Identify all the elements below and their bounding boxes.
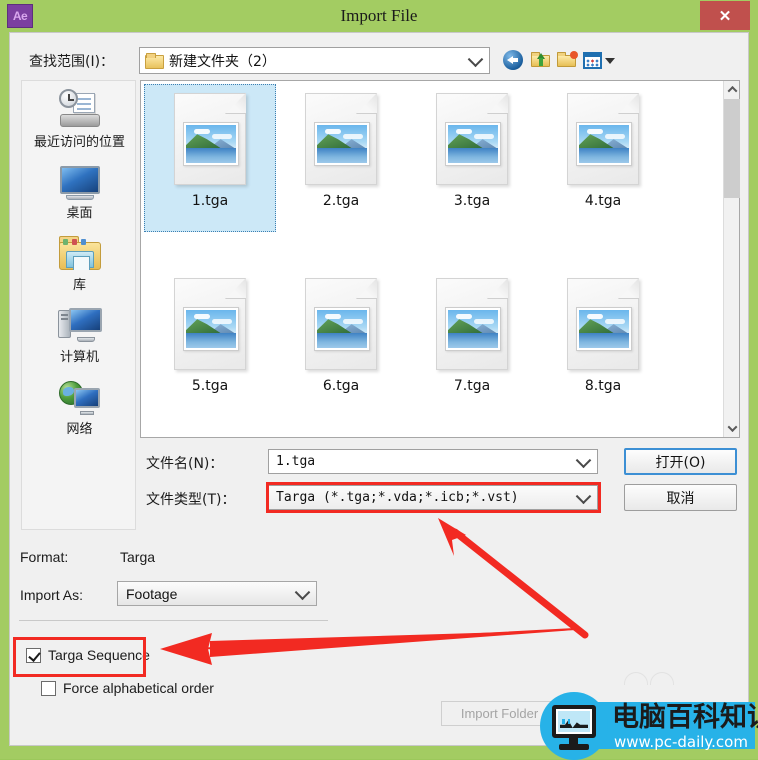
chevron-down-icon — [467, 51, 484, 67]
sidebar-item-label: 网络 — [66, 422, 93, 437]
targa-sequence-label: Targa Sequence — [48, 647, 150, 663]
file-item[interactable]: 5.tga — [144, 269, 276, 417]
watermark-logo — [540, 692, 608, 760]
folder-icon — [145, 53, 164, 69]
window-title: Import File — [340, 6, 418, 25]
close-icon: ✕ — [718, 7, 732, 25]
tga-file-icon — [305, 93, 377, 185]
libraries-icon — [58, 236, 101, 272]
file-name-label: 4.tga — [584, 193, 622, 209]
file-item[interactable]: 6.tga — [275, 269, 407, 417]
file-item[interactable]: 7.tga — [406, 269, 538, 417]
watermark: 电脑百科知识 www.pc-daily.com — [540, 672, 758, 760]
chevron-up-icon — [727, 85, 737, 96]
desktop-icon — [59, 166, 100, 200]
watermark-title: 电脑百科知识 — [612, 702, 758, 733]
open-button[interactable]: 打开(O) — [624, 448, 737, 475]
file-item[interactable]: 4.tga — [537, 84, 669, 232]
options-divider — [19, 620, 328, 621]
tga-file-icon — [567, 93, 639, 185]
file-type-combobox[interactable]: Targa (*.tga;*.vda;*.icb;*.vst) — [268, 485, 598, 510]
file-type-value: Targa (*.tga;*.vda;*.icb;*.vst) — [276, 490, 519, 505]
sidebar-item-desktop[interactable]: 桌面 — [22, 166, 137, 221]
up-one-level-button[interactable] — [531, 48, 555, 72]
cancel-button-label: 取消 — [666, 490, 695, 507]
network-icon — [58, 380, 101, 416]
recent-places-icon — [56, 89, 104, 129]
cancel-button[interactable]: 取消 — [624, 484, 737, 511]
views-button[interactable] — [583, 48, 617, 72]
scroll-down-button[interactable] — [724, 420, 740, 437]
monitor-icon — [552, 705, 596, 738]
file-type-label-static: 文件类型(T)： — [146, 492, 236, 508]
file-name-label-static: 文件名(N)： — [146, 456, 224, 472]
computer-icon — [57, 308, 102, 344]
file-name-label: 7.tga — [453, 378, 491, 394]
up-one-level-icon — [531, 52, 551, 68]
file-list-scrollbar[interactable] — [723, 81, 740, 437]
file-list[interactable]: 1.tga 2.tga 3.tga 4.tga 5.tga 6.tga 7.tg… — [140, 80, 740, 438]
tga-file-icon — [567, 278, 639, 370]
chevron-down-icon — [294, 584, 311, 600]
watermark-arcs — [624, 672, 680, 690]
chevron-down-icon — [727, 422, 737, 433]
file-item[interactable]: 2.tga — [275, 84, 407, 232]
sidebar-item-label: 最近访问的位置 — [33, 135, 125, 150]
views-icon — [583, 52, 602, 69]
import-as-label: Import As: — [20, 587, 84, 603]
file-grid: 1.tga 2.tga 3.tga 4.tga 5.tga 6.tga 7.tg… — [141, 81, 724, 437]
file-name-label: 5.tga — [191, 378, 229, 394]
look-in-value: 新建文件夹（2） — [169, 53, 276, 70]
file-name-value: 1.tga — [276, 454, 316, 469]
new-folder-icon — [557, 51, 578, 68]
back-icon — [503, 50, 523, 70]
look-in-combobox[interactable]: 新建文件夹（2） — [139, 47, 490, 74]
look-in-label: 查找范围(I)： — [29, 54, 115, 70]
tga-file-icon — [174, 278, 246, 370]
file-item[interactable]: 8.tga — [537, 269, 669, 417]
tga-file-icon — [305, 278, 377, 370]
tga-file-icon — [436, 278, 508, 370]
chevron-down-icon — [575, 488, 592, 504]
force-alphabetical-order-label: Force alphabetical order — [63, 680, 214, 696]
import-as-value: Footage — [126, 586, 178, 602]
sidebar-item-label: 库 — [72, 278, 86, 293]
open-button-label: 打开(O) — [655, 454, 706, 471]
format-label: Format: — [20, 549, 69, 565]
close-button[interactable]: ✕ — [700, 1, 750, 30]
sidebar-item-libraries[interactable]: 库 — [22, 236, 137, 293]
import-folder-label: Import Folder — [460, 706, 539, 721]
file-name-label: 2.tga — [322, 193, 360, 209]
import-file-dialog: Ae Import File ✕ 查找范围(I)： 新建文件夹（2） 最近访问的… — [0, 0, 758, 760]
sidebar-item-computer[interactable]: 计算机 — [22, 308, 137, 365]
sidebar-item-label: 桌面 — [66, 206, 93, 221]
file-item[interactable]: 1.tga — [144, 84, 276, 232]
format-value: Targa — [120, 549, 156, 565]
file-item[interactable]: 3.tga — [406, 84, 538, 232]
file-name-combobox[interactable]: 1.tga — [268, 449, 598, 474]
sidebar-item-label: 计算机 — [59, 350, 99, 365]
file-name-label: 8.tga — [584, 378, 622, 394]
sidebar-item-network[interactable]: 网络 — [22, 380, 137, 437]
file-name-label: 3.tga — [453, 193, 491, 209]
tga-file-icon — [436, 93, 508, 185]
new-folder-button[interactable] — [557, 48, 581, 72]
checkbox-unchecked-icon — [41, 680, 56, 696]
tga-file-icon — [174, 93, 246, 185]
title-bar: Ae Import File ✕ — [0, 0, 758, 32]
places-sidebar: 最近访问的位置 桌面 库 计算机 网络 — [21, 80, 136, 530]
targa-sequence-checkbox[interactable]: Targa Sequence — [26, 647, 150, 663]
import-as-combobox[interactable]: Footage — [117, 581, 317, 606]
checkbox-checked-icon — [26, 647, 41, 663]
scrollbar-thumb[interactable] — [724, 99, 740, 198]
force-alphabetical-order-checkbox[interactable]: Force alphabetical order — [41, 680, 214, 696]
scroll-up-button[interactable] — [724, 81, 740, 98]
file-name-label: 1.tga — [191, 193, 229, 209]
back-button[interactable] — [503, 48, 527, 72]
chevron-down-icon — [575, 452, 592, 468]
file-name-label: 6.tga — [322, 378, 360, 394]
chevron-down-icon — [605, 58, 615, 64]
watermark-url: www.pc-daily.com — [614, 733, 748, 751]
sidebar-item-recent-places[interactable]: 最近访问的位置 — [22, 89, 137, 150]
